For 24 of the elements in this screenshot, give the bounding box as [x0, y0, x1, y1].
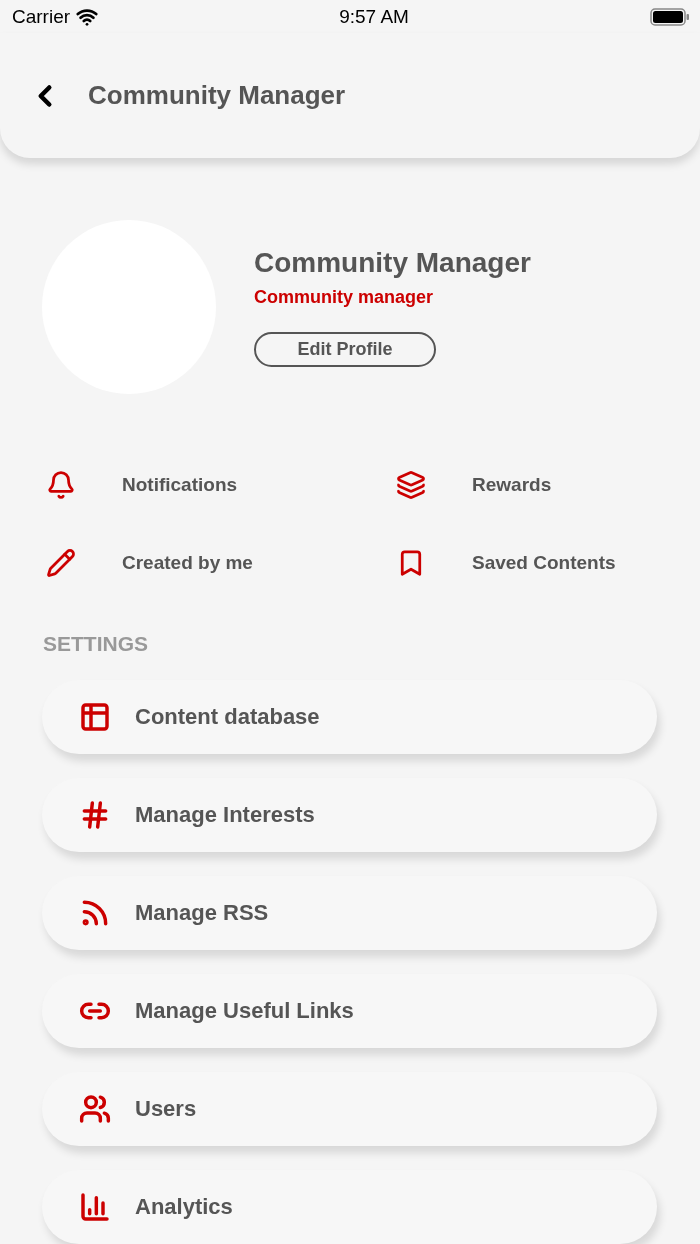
settings-item[interactable]: Manage Interests	[42, 778, 657, 852]
page-title: Community Manager	[88, 80, 346, 112]
menu-link[interactable]: Notifications	[122, 474, 238, 496]
users-icon	[79, 1093, 111, 1125]
profile-name: Community Manager	[254, 247, 531, 279]
menu-link[interactable]: Rewards	[472, 474, 552, 496]
menu-link[interactable]: Created by me	[122, 552, 253, 574]
clock-time: 9:57 AM	[339, 5, 409, 28]
settings-item[interactable]: Users	[42, 1072, 657, 1146]
table-icon	[79, 701, 111, 733]
bar-chart-icon	[79, 1191, 111, 1223]
menu-link[interactable]: Saved Contents	[472, 552, 616, 574]
settings-item[interactable]: Content database	[42, 680, 657, 754]
battery-icon	[650, 7, 690, 26]
edit-profile-button[interactable]: Edit Profile	[254, 332, 436, 367]
profile-role: Community manager	[254, 287, 434, 308]
section-heading: SETTINGS	[43, 632, 149, 656]
pencil-icon[interactable]	[46, 548, 76, 578]
bell-icon[interactable]	[46, 470, 76, 500]
settings-item[interactable]: Manage RSS	[42, 876, 657, 950]
layers-icon[interactable]	[396, 470, 426, 500]
carrier-name: Carrier	[12, 5, 71, 28]
settings-item[interactable]: Analytics	[42, 1170, 657, 1244]
settings-item[interactable]: Manage Useful Links	[42, 974, 657, 1048]
